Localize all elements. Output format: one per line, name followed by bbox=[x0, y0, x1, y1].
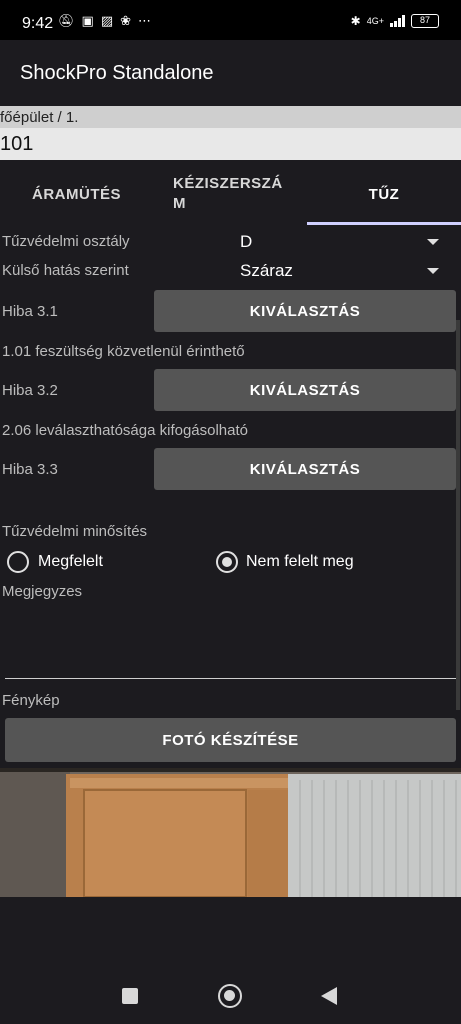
tab-label: TŰZ bbox=[368, 185, 400, 203]
battery-icon: 87 bbox=[411, 14, 439, 28]
app-title: ShockPro Standalone bbox=[20, 62, 214, 84]
fan-icon: ❀ bbox=[120, 13, 132, 28]
notification-icon: ▣ bbox=[81, 13, 94, 28]
notification-icon: ▨ bbox=[100, 13, 114, 28]
dropdown-arrow-icon[interactable] bbox=[427, 268, 439, 274]
error-label: Hiba 3.2 bbox=[2, 382, 58, 399]
radio-label-megfelelt[interactable]: Megfelelt bbox=[38, 553, 103, 571]
status-bar: 9:42 🔕︎ ▣ ▨ ❀ ⋯ ✱ 4G+ 87 bbox=[0, 0, 461, 40]
external-effect-label: Külső hatás szerint bbox=[2, 262, 129, 279]
radio-megfelelt[interactable] bbox=[7, 551, 29, 573]
radio-nem-felelt-meg[interactable] bbox=[216, 551, 238, 573]
scrollbar[interactable] bbox=[456, 320, 460, 710]
status-system-icons: ✱ 4G+ 87 bbox=[351, 14, 439, 28]
battery-level: 87 bbox=[419, 15, 430, 25]
select-error-button[interactable]: KIVÁLASZTÁS bbox=[154, 369, 456, 411]
tab-label: ÁRAMÜTÉS bbox=[32, 185, 121, 203]
error-label: Hiba 3.1 bbox=[2, 303, 58, 320]
photo-preview bbox=[0, 768, 461, 897]
room-number: 101 bbox=[0, 133, 34, 155]
home-icon[interactable] bbox=[218, 984, 242, 1008]
network-type: 4G+ bbox=[366, 16, 384, 26]
tab-bar: ÁRAMÜTÉS KÉZISZERSZÁM TŰZ bbox=[0, 162, 461, 226]
location-path: főépület / 1. bbox=[0, 109, 79, 126]
fire-class-label: Tűzvédelmi osztály bbox=[2, 233, 130, 250]
error-label: Hiba 3.3 bbox=[2, 461, 58, 478]
photo-label: Fénykép bbox=[2, 692, 60, 709]
status-time: 9:42 bbox=[22, 15, 54, 32]
fire-rating-label: Tűzvédelmi minősítés bbox=[2, 523, 148, 540]
status-notification-icons: 🔕︎ ▣ ▨ ❀ ⋯ bbox=[58, 13, 151, 29]
tab-aramutes[interactable]: ÁRAMÜTÉS bbox=[0, 162, 153, 226]
error-description: 1.01 feszültség közvetlenül érinthető bbox=[2, 343, 245, 360]
silent-bell-icon: 🔕︎ bbox=[58, 13, 75, 28]
external-effect-select[interactable]: Száraz bbox=[240, 261, 293, 281]
select-error-button[interactable]: KIVÁLASZTÁS bbox=[154, 290, 456, 332]
tab-selected-indicator bbox=[307, 222, 461, 225]
recent-apps-icon[interactable] bbox=[122, 988, 138, 1004]
tab-tuz[interactable]: TŰZ bbox=[307, 162, 461, 226]
app-bar: ShockPro Standalone bbox=[0, 40, 461, 106]
location-path-bar: főépület / 1. bbox=[0, 106, 461, 128]
notes-label: Megjegyzes bbox=[2, 583, 83, 600]
notes-underline bbox=[5, 678, 456, 679]
back-icon[interactable] bbox=[321, 987, 337, 1005]
more-icon: ⋯ bbox=[138, 13, 152, 28]
take-photo-button[interactable]: FOTÓ KÉSZÍTÉSE bbox=[5, 718, 456, 762]
tab-keziszerszam[interactable]: KÉZISZERSZÁM bbox=[153, 162, 307, 226]
dropdown-arrow-icon[interactable] bbox=[427, 239, 439, 245]
select-error-button[interactable]: KIVÁLASZTÁS bbox=[154, 448, 456, 490]
tab-label: KÉZISZERSZÁM bbox=[173, 175, 283, 212]
error-description: 2.06 leválaszthatósága kifogásolható bbox=[2, 422, 249, 439]
photo-image bbox=[0, 768, 461, 897]
fire-class-select[interactable]: D bbox=[240, 232, 252, 252]
notes-input[interactable] bbox=[5, 604, 456, 678]
radio-label-nem-felelt-meg[interactable]: Nem felelt meg bbox=[246, 553, 354, 571]
signal-icon bbox=[390, 15, 405, 27]
bluetooth-icon: ✱ bbox=[350, 14, 361, 28]
system-nav-bar bbox=[0, 897, 461, 1024]
room-number-bar: 101 bbox=[0, 128, 461, 160]
